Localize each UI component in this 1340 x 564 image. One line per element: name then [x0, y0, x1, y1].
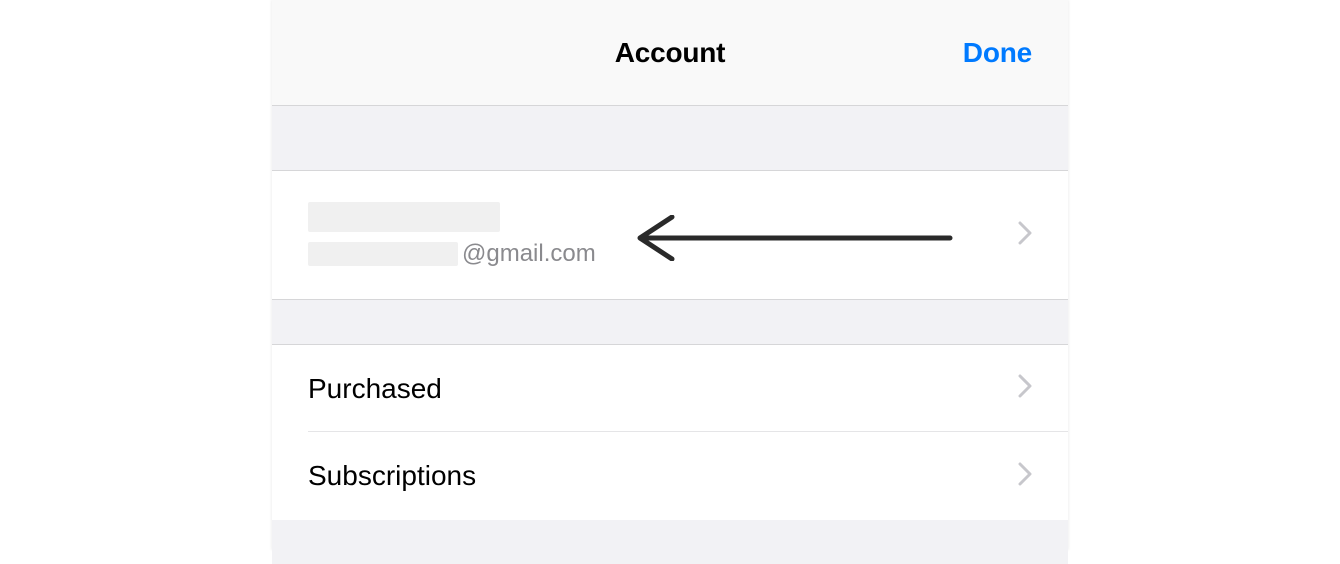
account-info: @gmail.com [308, 198, 596, 272]
account-row[interactable]: @gmail.com [272, 170, 1068, 300]
purchased-label: Purchased [308, 373, 442, 405]
section-gap [272, 520, 1068, 564]
account-panel: Account Done @gmail.com Purchased Subscr… [272, 0, 1068, 550]
subscriptions-label: Subscriptions [308, 460, 476, 492]
done-button[interactable]: Done [963, 37, 1032, 69]
account-name-redacted [308, 202, 500, 232]
subscriptions-row[interactable]: Subscriptions [272, 432, 1068, 520]
chevron-right-icon [1018, 374, 1032, 403]
chevron-right-icon [1018, 462, 1032, 491]
account-email: @gmail.com [308, 240, 596, 268]
section-gap [272, 300, 1068, 344]
purchased-row[interactable]: Purchased [272, 344, 1068, 432]
header-bar: Account Done [272, 0, 1068, 106]
chevron-right-icon [1018, 221, 1032, 250]
account-email-suffix: @gmail.com [462, 240, 596, 268]
account-email-redacted [308, 242, 458, 266]
page-title: Account [615, 37, 726, 69]
section-gap [272, 106, 1068, 170]
